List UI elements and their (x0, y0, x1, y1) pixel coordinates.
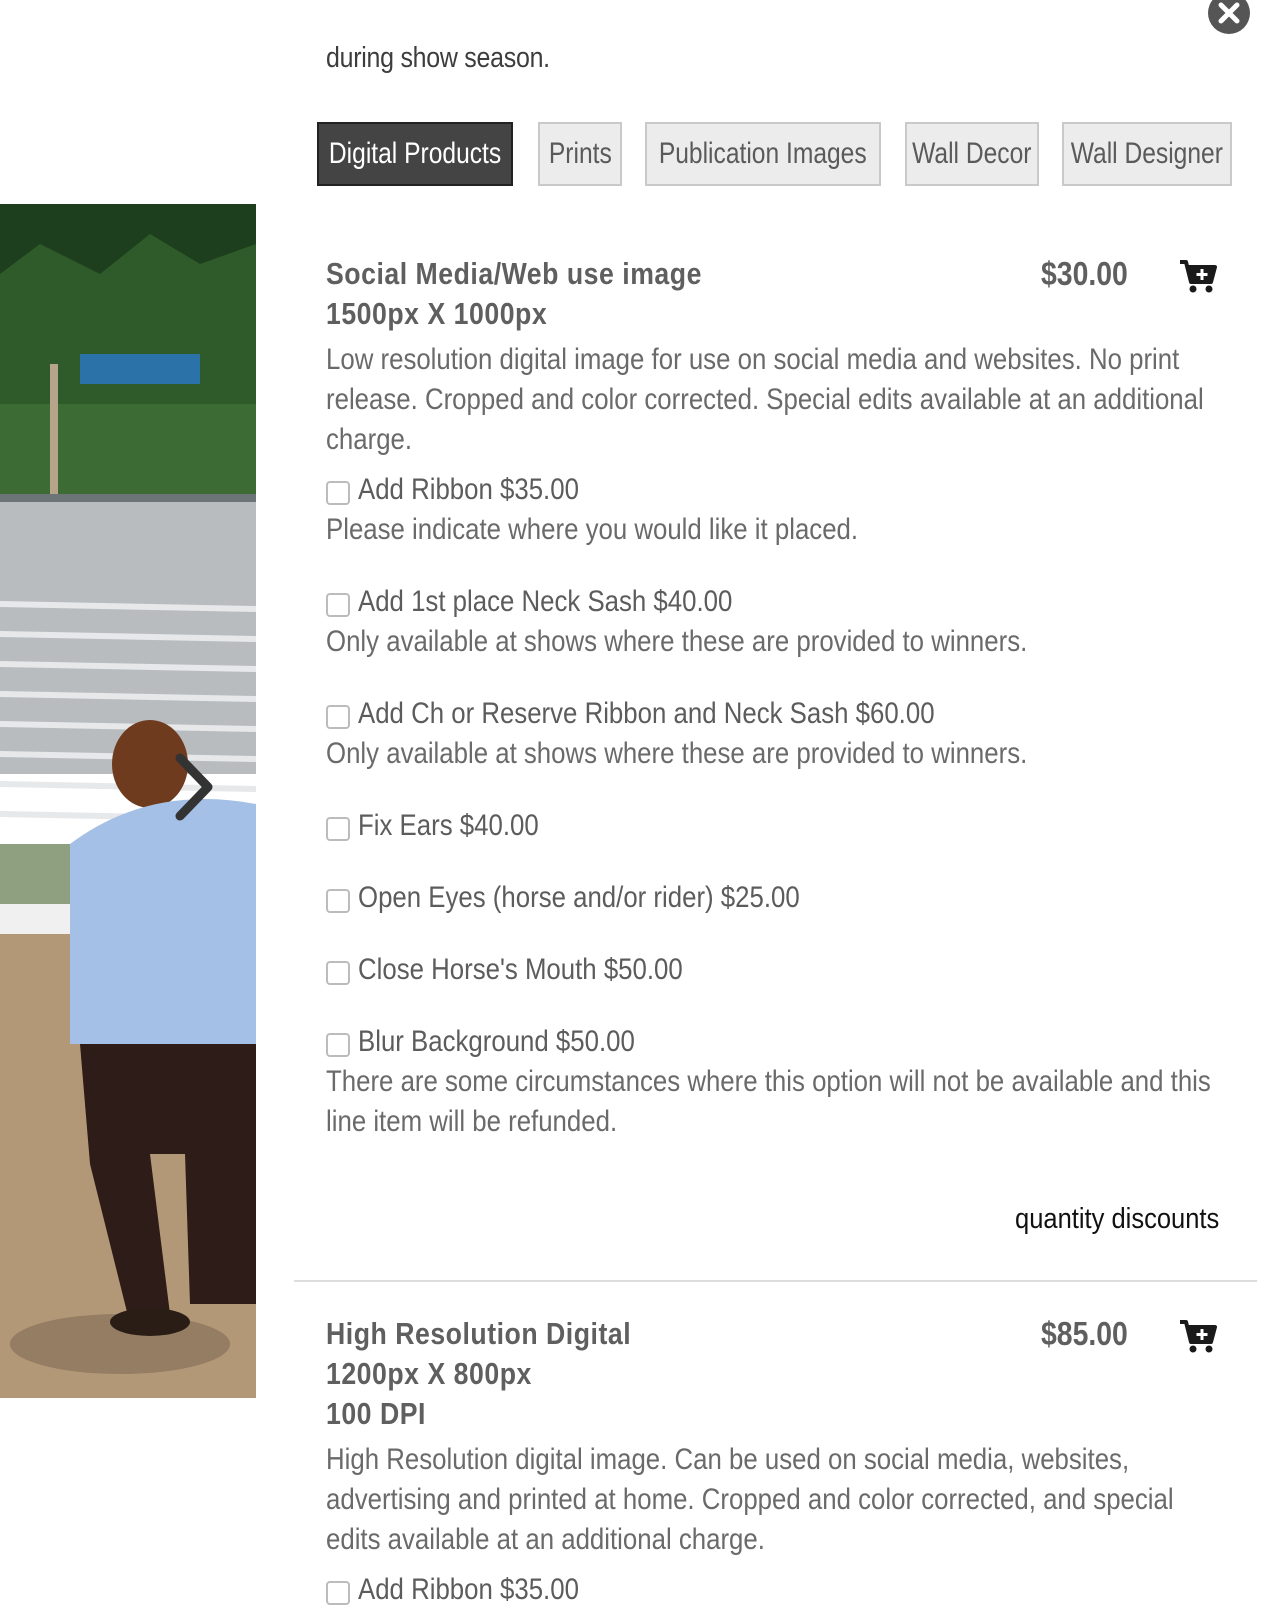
product-description: Low resolution digital image for use on … (326, 343, 1204, 456)
option-label[interactable]: Blur Background $50.00 (358, 1025, 635, 1059)
option-label[interactable]: Add Ribbon $35.00 (358, 473, 579, 507)
intro-text: during show season. (326, 42, 550, 74)
product-price: $30.00 (1041, 255, 1128, 292)
product-divider (294, 1280, 1257, 1282)
tab-label: Prints (548, 137, 612, 170)
option-label[interactable]: Close Horse's Mouth $50.00 (358, 953, 683, 987)
close-icon[interactable] (1208, 0, 1250, 34)
tab-label: Digital Products (328, 137, 502, 170)
option-label[interactable]: Add Ch or Reserve Ribbon and Neck Sash $… (358, 697, 935, 731)
option-note: Please indicate where you would like it … (326, 513, 859, 546)
product-options: Add Ribbon $35.00 (326, 1570, 1216, 1610)
option-label[interactable]: Fix Ears $40.00 (358, 809, 539, 843)
product-title: High Resolution Digital (326, 1316, 632, 1351)
product-title: Social Media/Web use image (326, 256, 702, 291)
option-note: Only available at shows where these are … (326, 625, 1028, 658)
option-label[interactable]: Add Ribbon $35.00 (358, 1573, 579, 1607)
option-note: Only available at shows where these are … (326, 737, 1028, 770)
option-checkbox[interactable] (326, 1033, 350, 1057)
option-add-ribbon: Add Ribbon $35.00 Please indicate where … (326, 470, 1216, 550)
product-options: Add Ribbon $35.00 Please indicate where … (326, 470, 1216, 1142)
product-resolution: 100 DPI (326, 1396, 426, 1431)
add-to-cart-icon[interactable] (1178, 258, 1218, 294)
tab-label: Publication Images (659, 137, 867, 170)
option-ribbon-and-sash: Add Ch or Reserve Ribbon and Neck Sash $… (326, 694, 1216, 774)
product-dimensions: 1200px X 800px (326, 1356, 532, 1391)
tab-publication-images[interactable]: Publication Images (645, 122, 881, 186)
option-add-ribbon: Add Ribbon $35.00 (326, 1570, 1216, 1610)
product-item: Social Media/Web use image 1500px X 1000… (326, 254, 1218, 1142)
product-modal: during show season. Digital Products Pri… (0, 0, 1288, 1614)
tab-wall-designer[interactable]: Wall Designer (1062, 122, 1232, 186)
option-checkbox[interactable] (326, 1581, 350, 1605)
option-blur-background: Blur Background $50.00 There are some ci… (326, 1022, 1216, 1142)
product-dimensions: 1500px X 1000px (326, 296, 548, 331)
photo-preview (0, 204, 256, 1398)
option-note: There are some circumstances where this … (326, 1065, 1211, 1138)
option-checkbox[interactable] (326, 705, 350, 729)
option-checkbox[interactable] (326, 961, 350, 985)
option-checkbox[interactable] (326, 593, 350, 617)
option-checkbox[interactable] (326, 481, 350, 505)
chevron-right-icon[interactable] (172, 752, 216, 822)
option-label[interactable]: Open Eyes (horse and/or rider) $25.00 (358, 881, 800, 915)
product-price: $85.00 (1041, 1315, 1128, 1352)
option-checkbox[interactable] (326, 889, 350, 913)
option-close-mouth: Close Horse's Mouth $50.00 (326, 950, 1216, 990)
product-item: High Resolution Digital 1200px X 800px 1… (326, 1314, 1218, 1610)
tab-prints[interactable]: Prints (538, 122, 622, 186)
product-description: High Resolution digital image. Can be us… (326, 1443, 1174, 1556)
option-open-eyes: Open Eyes (horse and/or rider) $25.00 (326, 878, 1216, 918)
option-neck-sash: Add 1st place Neck Sash $40.00 Only avai… (326, 582, 1216, 662)
tab-digital-products[interactable]: Digital Products (317, 122, 513, 186)
option-label[interactable]: Add 1st place Neck Sash $40.00 (358, 585, 732, 619)
add-to-cart-icon[interactable] (1178, 1318, 1218, 1354)
tab-wall-decor[interactable]: Wall Decor (905, 122, 1039, 186)
tab-label: Wall Designer (1070, 137, 1224, 170)
option-checkbox[interactable] (326, 817, 350, 841)
quantity-discounts-link[interactable]: quantity discounts (1015, 1203, 1219, 1236)
tab-label: Wall Decor (912, 137, 1032, 170)
option-fix-ears: Fix Ears $40.00 (326, 806, 1216, 846)
